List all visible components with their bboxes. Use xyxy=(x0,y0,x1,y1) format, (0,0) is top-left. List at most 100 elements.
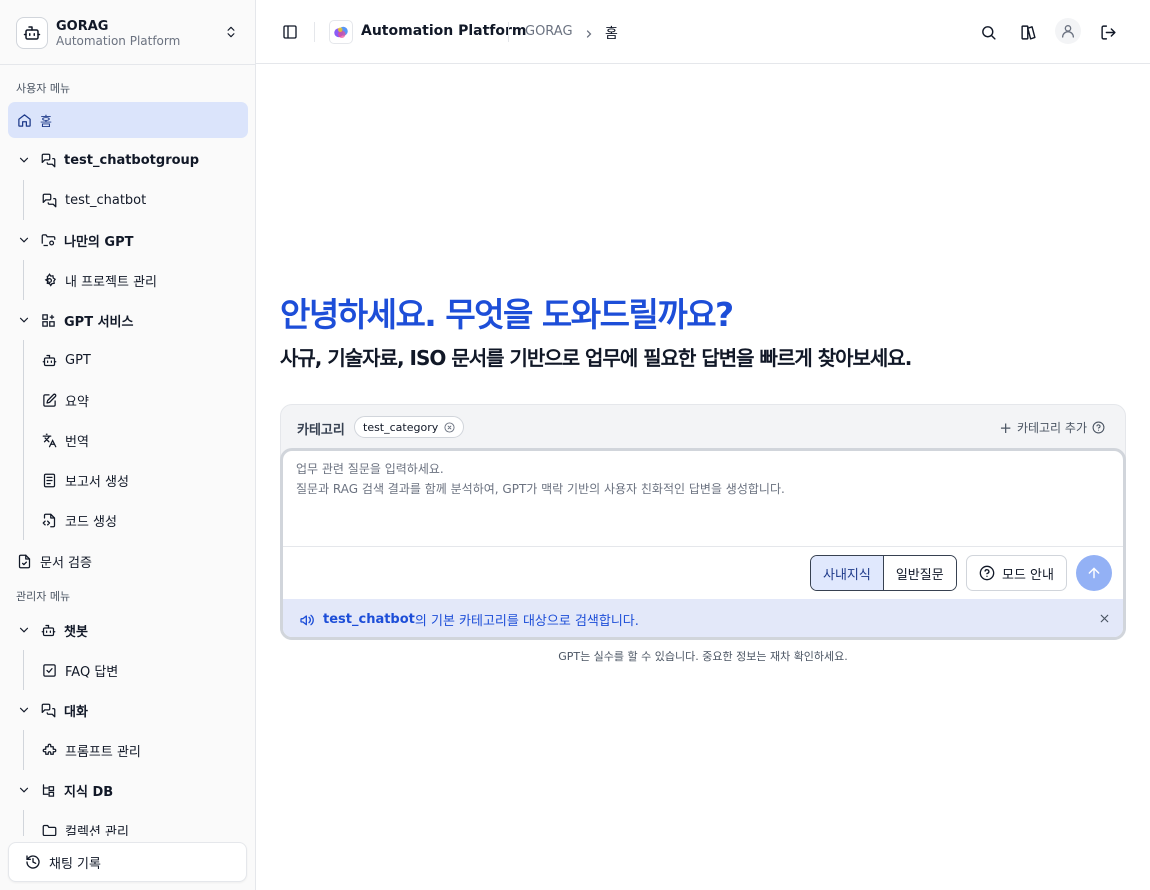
chevron-down-icon xyxy=(16,232,32,248)
sidebar-item-home[interactable]: 홈 xyxy=(8,102,248,138)
greeting-subtitle: 사규, 기술자료, ISO 문서를 기반으로 업무에 필요한 답변을 빠르게 찾… xyxy=(280,346,912,370)
help-circle-icon[interactable] xyxy=(1092,421,1105,434)
db-icon xyxy=(40,782,56,798)
bot-icon xyxy=(16,17,48,49)
chevron-down-icon xyxy=(16,312,32,328)
chat-history-label: 채팅 기록 xyxy=(49,856,101,872)
help-circle-icon xyxy=(979,565,995,581)
chevrons-updown-icon xyxy=(224,24,238,44)
logout-icon[interactable] xyxy=(1098,22,1118,42)
sidebar-item-report[interactable]: 보고서 생성 xyxy=(8,460,248,500)
add-category-label: 카테고리 추가 xyxy=(1016,421,1087,435)
sidebar-group-chatbot[interactable]: 챗봇 xyxy=(8,610,248,650)
translate-icon xyxy=(41,432,57,448)
sidebar-item-label: GPT 서비스 xyxy=(64,314,134,330)
header-divider xyxy=(314,22,315,42)
code-icon xyxy=(41,512,57,528)
brand-text: GORAG Automation Platform xyxy=(56,19,180,48)
add-category-button[interactable]: + 카테고리 추가 xyxy=(999,419,1105,436)
header-divider xyxy=(508,22,509,42)
send-button[interactable] xyxy=(1076,555,1112,591)
sidebar-item-label: 지식 DB xyxy=(64,784,114,800)
sub-group: test_chatbot xyxy=(8,180,248,220)
mode-internal-button[interactable]: 사내지식 xyxy=(811,556,884,590)
question-input[interactable]: 업무 관련 질문을 입력하세요. 질문과 RAG 검색 결과를 함께 분석하여,… xyxy=(280,448,1126,640)
folder-icon xyxy=(40,232,56,248)
sidebar-item-label: test_chatbot xyxy=(65,192,147,208)
sidebar-group-knowledge-db[interactable]: 지식 DB xyxy=(8,770,248,810)
sidebar-item-translate[interactable]: 번역 xyxy=(8,420,248,460)
chevron-down-icon xyxy=(16,152,32,168)
chat-icon xyxy=(40,152,56,168)
sidebar-item-label: 문서 검증 xyxy=(40,555,92,571)
chat-history-button[interactable]: 채팅 기록 xyxy=(8,842,247,882)
brand-name: GORAG xyxy=(56,18,109,34)
sidebar-item-label: 컬렉션 관리 xyxy=(65,824,129,837)
sub-group: 내 프로젝트 관리 xyxy=(8,260,248,300)
mode-toggle: 사내지식 일반질문 xyxy=(810,555,957,591)
workspace-switcher[interactable]: GORAG Automation Platform xyxy=(16,16,242,50)
chat-icon xyxy=(41,192,57,208)
sidebar-item-code[interactable]: 코드 생성 xyxy=(8,500,248,540)
sidebar-item-label: 나만의 GPT xyxy=(64,234,134,250)
mode-general-button[interactable]: 일반질문 xyxy=(883,556,956,590)
sidebar-item-gpt[interactable]: GPT xyxy=(8,340,248,380)
edit-icon xyxy=(41,392,57,408)
sidebar-item-prompt[interactable]: 프롬프트 관리 xyxy=(8,730,248,770)
breadcrumb-current: 홈 xyxy=(605,26,618,42)
sidebar-nav: 사용자 메뉴 홈 test_chatbotgroup test_chatbot xyxy=(8,76,248,836)
sidebar-item-my-projects[interactable]: 내 프로젝트 관리 xyxy=(8,260,248,300)
app-title: Automation Platform xyxy=(361,23,527,39)
sidebar-group-gpt-service[interactable]: GPT 서비스 xyxy=(8,300,248,340)
bot-icon xyxy=(40,622,56,638)
sidebar-group-chatbotgroup[interactable]: test_chatbotgroup xyxy=(8,140,248,180)
user-icon[interactable] xyxy=(1055,18,1081,44)
sidebar-item-label: GPT xyxy=(65,352,91,368)
user-menu-label: 사용자 메뉴 xyxy=(16,82,71,95)
sidebar-item-label: 번역 xyxy=(65,434,89,450)
sidebar-item-label: 보고서 생성 xyxy=(65,474,129,490)
sidebar-divider xyxy=(0,64,255,65)
gear-icon xyxy=(41,272,57,288)
sidebar-item-label: FAQ 답변 xyxy=(65,664,119,680)
search-icon[interactable] xyxy=(978,22,998,42)
sub-group: FAQ 답변 xyxy=(8,650,248,690)
chevron-down-icon xyxy=(16,622,32,638)
top-header: Automation Platform GORAG 홈 xyxy=(256,0,1150,64)
sidebar-item-label: 대화 xyxy=(64,704,88,720)
sidebar-toggle-icon[interactable] xyxy=(282,24,298,44)
notice-text: 의 기본 카테고리를 대상으로 검색합니다. xyxy=(414,614,639,629)
category-chip-label: test_category xyxy=(363,420,439,434)
home-icon xyxy=(16,112,32,128)
folder-icon xyxy=(41,822,57,836)
disclaimer-text: GPT는 실수를 할 수 있습니다. 중요한 정보는 재차 확인하세요. xyxy=(558,650,848,663)
admin-menu-label: 관리자 메뉴 xyxy=(16,590,71,603)
sidebar-item-faq[interactable]: FAQ 답변 xyxy=(8,650,248,690)
close-icon[interactable] xyxy=(444,421,455,433)
sidebar-item-test-chatbot[interactable]: test_chatbot xyxy=(8,180,248,220)
history-icon xyxy=(25,854,41,870)
sidebar-group-my-gpt[interactable]: 나만의 GPT xyxy=(8,220,248,260)
sidebar-item-label: 프롬프트 관리 xyxy=(65,744,141,760)
sidebar-item-label: 챗봇 xyxy=(64,624,88,640)
search-scope-notice: test_chatbot 의 기본 카테고리를 대상으로 검색합니다. xyxy=(283,599,1123,637)
chevron-down-icon xyxy=(16,702,32,718)
sidebar-item-summary[interactable]: 요약 xyxy=(8,380,248,420)
bot-icon xyxy=(41,352,57,368)
sidebar-item-label: test_chatbotgroup xyxy=(64,152,200,168)
category-chip[interactable]: test_category xyxy=(354,416,465,438)
brand-subtitle: Automation Platform xyxy=(56,33,181,48)
breadcrumb-gorag[interactable]: GORAG xyxy=(525,24,573,39)
category-bar: 카테고리 test_category + 카테고리 추가 xyxy=(281,405,1125,449)
sidebar-item-label: 코드 생성 xyxy=(65,514,117,530)
sub-group: GPT 요약 번역 보고서 생성 코드 생성 xyxy=(8,340,248,540)
arrow-up-icon xyxy=(1086,565,1102,581)
sidebar-item-doc-verify[interactable]: 문서 검증 xyxy=(8,540,248,582)
sidebar-item-collection[interactable]: 컬렉션 관리 xyxy=(8,810,248,836)
greeting-title: 안녕하세요. 무엇을 도와드릴까요? xyxy=(280,295,734,334)
puzzle-icon xyxy=(41,742,57,758)
sidebar-group-conversation[interactable]: 대화 xyxy=(8,690,248,730)
book-icon[interactable] xyxy=(1018,22,1038,42)
mode-guide-button[interactable]: 모드 안내 xyxy=(966,555,1067,591)
close-icon[interactable] xyxy=(1098,612,1111,625)
